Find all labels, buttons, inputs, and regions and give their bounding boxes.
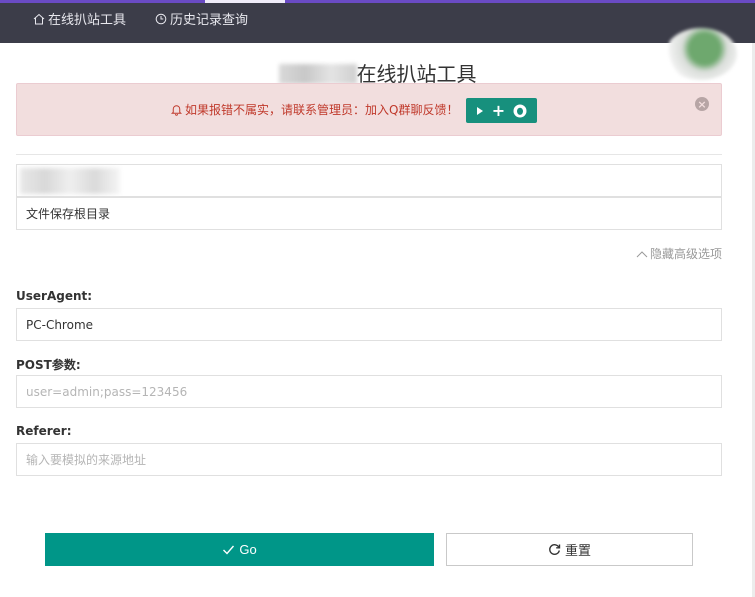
nav-home-link[interactable]: 在线扒站工具 — [33, 9, 126, 28]
nav-history-link[interactable]: 历史记录查询 — [155, 9, 248, 28]
post-params-input[interactable] — [16, 375, 722, 408]
useragent-label: UserAgent: — [16, 289, 93, 303]
home-icon — [33, 13, 45, 24]
referer-label: Referer: — [16, 424, 72, 438]
nav-home-label: 在线扒站工具 — [48, 13, 127, 28]
go-button-label: Go — [239, 542, 257, 557]
chevron-up-icon — [636, 250, 648, 257]
check-icon — [223, 545, 235, 555]
qq-icon — [513, 104, 527, 117]
refresh-icon — [549, 544, 561, 555]
join-group-button-label: + — [491, 100, 506, 120]
clock-icon — [155, 13, 167, 24]
toggle-advanced-label: 隐藏高级选项 — [649, 247, 722, 261]
useragent-input[interactable] — [16, 308, 722, 341]
divider — [16, 154, 722, 155]
play-icon — [476, 106, 483, 115]
go-button[interactable]: Go — [45, 533, 434, 566]
save-dir-input[interactable] — [16, 197, 722, 230]
redacted-title-prefix — [278, 64, 357, 84]
reset-button-label: 重置 — [564, 543, 591, 558]
referer-input[interactable] — [16, 443, 722, 476]
join-group-button[interactable]: + — [466, 98, 537, 123]
top-nav-bar: 在线扒站工具 历史记录查询 — [0, 0, 755, 43]
close-icon[interactable]: × — [695, 97, 709, 111]
url-input[interactable] — [16, 164, 722, 197]
active-tab-indicator — [205, 0, 285, 3]
alert-message-text: 如果报错不属实，请联系管理员：加入Q群聊反馈！ — [185, 103, 459, 117]
bell-icon — [170, 105, 183, 116]
alert-message: 如果报错不属实，请联系管理员：加入Q群聊反馈！ — [170, 101, 458, 118]
toggle-advanced-options[interactable]: 隐藏高级选项 — [636, 245, 722, 262]
reset-button[interactable]: 重置 — [446, 533, 693, 566]
post-params-label: POST参数: — [16, 358, 81, 372]
alert-banner: 如果报错不属实，请联系管理员：加入Q群聊反馈！ + × — [16, 83, 722, 136]
nav-history-label: 历史记录查询 — [170, 13, 249, 28]
